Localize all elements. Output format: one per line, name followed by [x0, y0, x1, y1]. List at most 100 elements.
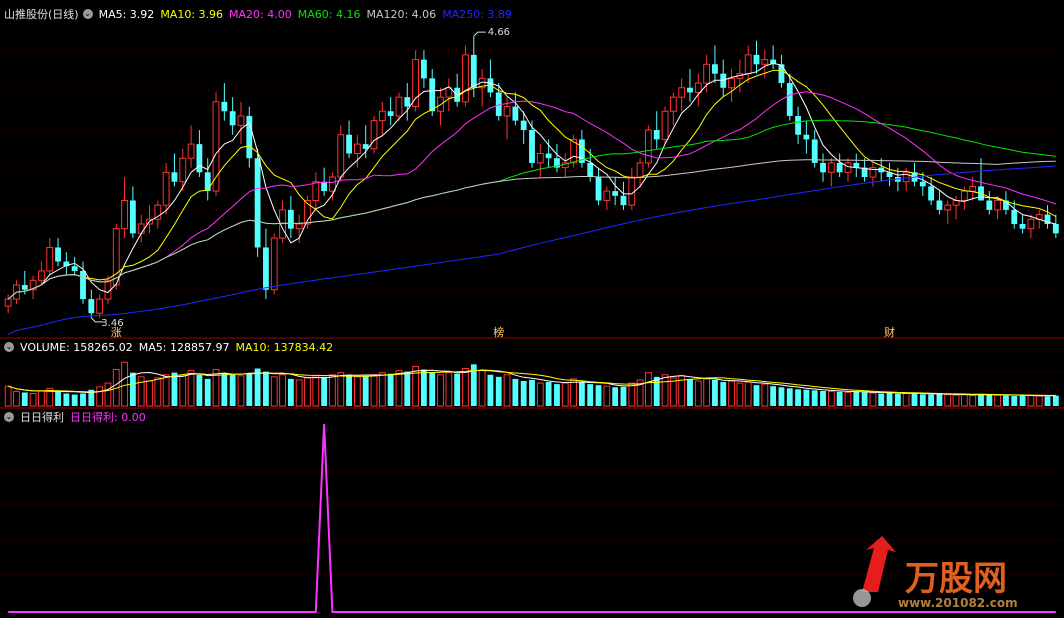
- indicator-panel[interactable]: [8, 423, 1056, 613]
- candle: [329, 172, 336, 201]
- ma-label-group: MA5: 3.92 MA10: 3.96 MA20: 4.00 MA60: 4.16 M…: [99, 8, 518, 21]
- candle: [886, 162, 893, 187]
- candle: [911, 162, 918, 187]
- candle-body: [187, 143, 195, 159]
- candle: [137, 214, 145, 243]
- candle-body: [470, 54, 477, 88]
- candle: [603, 186, 611, 210]
- volume-bar: [570, 378, 577, 407]
- volume-bar: [736, 382, 744, 407]
- candle-body: [378, 110, 386, 122]
- candle: [628, 167, 636, 210]
- volume-bar: [337, 372, 345, 407]
- volume-bar: [263, 371, 269, 406]
- volume-bar: [712, 379, 718, 406]
- candle: [536, 144, 544, 177]
- candle-body: [712, 64, 718, 74]
- stock-chart[interactable]: 4.663.46涨榜财 万股网www.201082.com: [0, 0, 1064, 618]
- candle-body: [936, 200, 943, 210]
- candle-body: [462, 54, 469, 103]
- collapse-icon[interactable]: ⌄: [4, 412, 14, 422]
- volume-bar: [196, 374, 203, 406]
- candle-body: [844, 162, 852, 173]
- volume-bar: [512, 378, 519, 406]
- candle: [353, 134, 361, 168]
- candle: [454, 73, 461, 107]
- volume-label: VOLUME: 158265.02: [20, 340, 133, 354]
- candle-body: [88, 299, 95, 314]
- candle: [412, 50, 420, 112]
- candle-body: [620, 195, 627, 206]
- candle-body: [129, 200, 136, 234]
- high-price-label: 4.66: [488, 27, 510, 38]
- volume-bar: [204, 378, 211, 406]
- candle: [196, 130, 203, 177]
- volume-bar: [295, 379, 303, 407]
- volume-bar: [321, 376, 328, 406]
- candle-body: [237, 115, 245, 126]
- candle-body: [644, 129, 652, 164]
- candle-body: [545, 153, 552, 159]
- volume-bar: [911, 393, 918, 406]
- volume-bar: [445, 372, 453, 407]
- candle-body: [387, 111, 394, 116]
- volume-bar: [1011, 396, 1018, 406]
- logo-coin-icon: [853, 589, 871, 607]
- candle-body: [1052, 223, 1059, 234]
- volume-bar: [886, 392, 893, 406]
- volume-bar: [620, 386, 627, 406]
- logo-arrow-icon: [862, 536, 896, 592]
- volume-bar: [229, 374, 236, 406]
- volume-bar: [545, 382, 552, 406]
- candle-body: [612, 191, 619, 196]
- volume-bar: [778, 387, 785, 406]
- candle: [612, 177, 619, 206]
- volume-bar: [129, 372, 136, 406]
- high-pointer: [473, 31, 486, 37]
- volume-bar: [279, 374, 286, 407]
- volume-bar: [270, 376, 278, 407]
- candle-body: [778, 64, 785, 84]
- candle-body: [4, 298, 12, 307]
- volume-bar: [246, 373, 253, 406]
- candle-body: [595, 177, 602, 201]
- candle: [728, 68, 735, 102]
- candle-body: [669, 96, 677, 112]
- volume-bar: [844, 391, 852, 407]
- candle-body: [786, 83, 793, 116]
- candle-body: [836, 162, 843, 173]
- volume-bar: [803, 389, 810, 406]
- price-panel[interactable]: 4.663.46涨榜财: [4, 27, 1059, 339]
- candle: [146, 205, 153, 234]
- volume-bar: [919, 394, 926, 406]
- candle: [270, 233, 278, 295]
- volume-bar: [395, 370, 403, 407]
- volume-bar: [694, 380, 702, 407]
- volume-bar: [861, 392, 868, 406]
- volume-bar: [986, 394, 993, 406]
- candle-body: [420, 59, 427, 79]
- volume-bar: [1035, 395, 1043, 407]
- candle: [820, 153, 826, 182]
- volume-bar: [928, 394, 935, 406]
- candle-body: [287, 209, 294, 229]
- candle-body: [503, 106, 511, 117]
- candle: [1044, 205, 1051, 229]
- collapse-icon[interactable]: ⌄: [82, 9, 93, 19]
- candle: [661, 106, 669, 145]
- volume-bar: [420, 369, 427, 406]
- candle: [346, 120, 352, 159]
- volume-panel[interactable]: [4, 361, 1059, 407]
- collapse-icon[interactable]: ⌄: [4, 342, 14, 352]
- legend-ma60: MA60: 4.16: [297, 7, 361, 21]
- volume-bar: [171, 372, 178, 406]
- candle: [312, 172, 320, 210]
- volume-bar: [753, 385, 760, 406]
- candle: [370, 115, 378, 154]
- volume-bar: [669, 377, 677, 407]
- volume-bar: [38, 390, 45, 407]
- candle: [811, 130, 818, 168]
- candle-body: [820, 162, 826, 173]
- candle: [595, 167, 602, 206]
- volume-bar: [29, 393, 37, 407]
